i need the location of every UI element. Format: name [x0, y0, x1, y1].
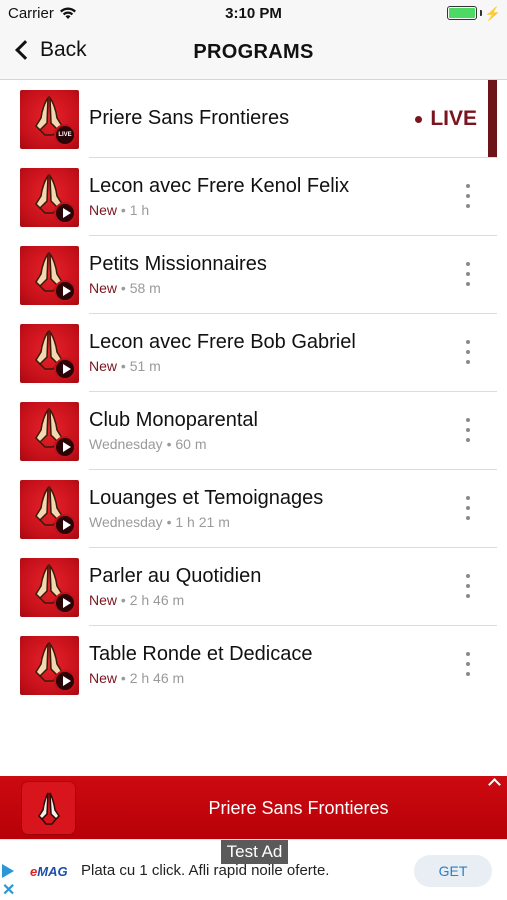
praying-hands-icon — [38, 792, 60, 825]
separator-dot: • — [120, 358, 130, 374]
now-playing-title: Priere Sans Frontieres — [208, 798, 389, 818]
program-duration: 58 m — [129, 280, 161, 296]
program-row[interactable]: Lecon avec Frere Bob Gabriel New • 51 m — [0, 314, 507, 392]
program-title: Louanges et Temoignages — [89, 487, 324, 509]
separator-dot: • — [120, 670, 130, 686]
program-thumbnail — [20, 402, 79, 461]
play-icon — [54, 280, 76, 302]
play-icon — [54, 514, 76, 536]
program-title: Club Monoparental — [89, 409, 258, 431]
more-options-icon[interactable] — [465, 340, 471, 364]
status-bar: Carrier 3:10 PM ⚡ — [0, 0, 507, 28]
program-row[interactable]: Lecon avec Frere Kenol Felix New • 1 h — [0, 158, 507, 236]
program-thumbnail — [20, 480, 79, 539]
separator-dot: • — [120, 592, 130, 608]
more-options-icon[interactable] — [465, 496, 471, 520]
program-meta: New • 2 h 46 m — [89, 592, 184, 608]
program-duration: 1 h — [129, 202, 150, 218]
program-thumbnail: LIVE — [20, 90, 79, 149]
play-icon — [54, 358, 76, 380]
program-thumbnail — [20, 324, 79, 383]
program-meta: New • 51 m — [89, 358, 161, 374]
play-icon — [54, 436, 76, 458]
program-meta: Wednesday • 60 m — [89, 436, 207, 452]
ad-banner[interactable]: ✕ eMAG Plata cu 1 click. Afli rapid noil… — [0, 839, 507, 900]
more-options-icon[interactable] — [465, 184, 471, 208]
program-meta: New • 2 h 46 m — [89, 670, 184, 686]
program-duration: 51 m — [129, 358, 161, 374]
more-options-icon[interactable] — [465, 262, 471, 286]
battery-tip — [479, 10, 482, 16]
program-duration: 2 h 46 m — [129, 592, 185, 608]
play-icon — [54, 202, 76, 224]
play-icon — [54, 592, 76, 614]
program-status: New — [89, 358, 118, 374]
program-title: Parler au Quotidien — [89, 565, 262, 587]
program-thumbnail — [20, 246, 79, 305]
program-row[interactable]: Petits Missionnaires New • 58 m — [0, 236, 507, 314]
program-duration: 60 m — [175, 436, 207, 452]
program-title: Lecon avec Frere Bob Gabriel — [89, 331, 356, 353]
chevron-up-icon[interactable] — [488, 778, 501, 791]
program-title: Lecon avec Frere Kenol Felix — [89, 175, 350, 197]
program-meta: New • 1 h — [89, 202, 149, 218]
program-status: New — [89, 280, 118, 296]
live-dot-icon — [415, 115, 423, 123]
adchoices-icon[interactable] — [2, 864, 14, 878]
ad-text: Plata cu 1 click. Afli rapid noile ofert… — [81, 862, 330, 879]
more-options-icon[interactable] — [465, 652, 471, 676]
navigation-bar: Back PROGRAMS — [0, 28, 507, 80]
page-title: PROGRAMS — [193, 41, 314, 63]
separator-dot: • — [120, 202, 130, 218]
status-time: 3:10 PM — [225, 5, 282, 22]
program-title: Priere Sans Frontieres — [89, 107, 290, 129]
play-icon — [54, 670, 76, 692]
program-row[interactable]: Parler au Quotidien New • 2 h 46 m — [0, 548, 507, 626]
program-status: New — [89, 592, 118, 608]
program-row[interactable]: Louanges et Temoignages Wednesday • 1 h … — [0, 470, 507, 548]
program-thumbnail — [20, 636, 79, 695]
program-duration: 2 h 46 m — [129, 670, 185, 686]
battery-icon — [446, 6, 477, 20]
program-duration: 1 h 21 m — [175, 514, 230, 530]
now-playing-bar[interactable]: Priere Sans Frontieres — [0, 776, 507, 839]
live-label: LIVE — [430, 107, 477, 130]
now-playing-thumbnail — [22, 782, 75, 834]
ad-brand-logo: eMAG — [30, 864, 68, 879]
charging-icon: ⚡ — [484, 5, 501, 21]
program-status: New — [89, 670, 118, 686]
ad-choices: ✕ — [0, 862, 18, 900]
program-row-live[interactable]: LIVE Priere Sans Frontieres LIVE — [0, 80, 507, 158]
ad-get-button[interactable]: GET — [414, 855, 492, 887]
program-status: New — [89, 202, 118, 218]
program-title: Table Ronde et Dedicace — [89, 643, 313, 665]
program-thumbnail — [20, 168, 79, 227]
more-options-icon[interactable] — [465, 574, 471, 598]
live-indicator: LIVE — [415, 107, 477, 131]
status-right: ⚡ — [446, 5, 501, 21]
program-row[interactable]: Table Ronde et Dedicace New • 2 h 46 m — [0, 626, 507, 704]
program-status: Wednesday — [89, 514, 163, 530]
live-thumbnail-badge: LIVE — [54, 124, 76, 146]
more-options-icon[interactable] — [465, 418, 471, 442]
program-meta: Wednesday • 1 h 21 m — [89, 514, 230, 530]
live-accent-bar — [488, 80, 497, 158]
program-thumbnail — [20, 558, 79, 617]
program-list: LIVE Priere Sans Frontieres LIVE Lecon a… — [0, 80, 507, 704]
close-icon[interactable]: ✕ — [2, 883, 15, 899]
program-meta: New • 58 m — [89, 280, 161, 296]
separator-dot: • — [120, 280, 130, 296]
test-ad-label: Test Ad — [221, 840, 288, 864]
program-status: Wednesday — [89, 436, 163, 452]
program-row[interactable]: Club Monoparental Wednesday • 60 m — [0, 392, 507, 470]
program-title: Petits Missionnaires — [89, 253, 267, 275]
